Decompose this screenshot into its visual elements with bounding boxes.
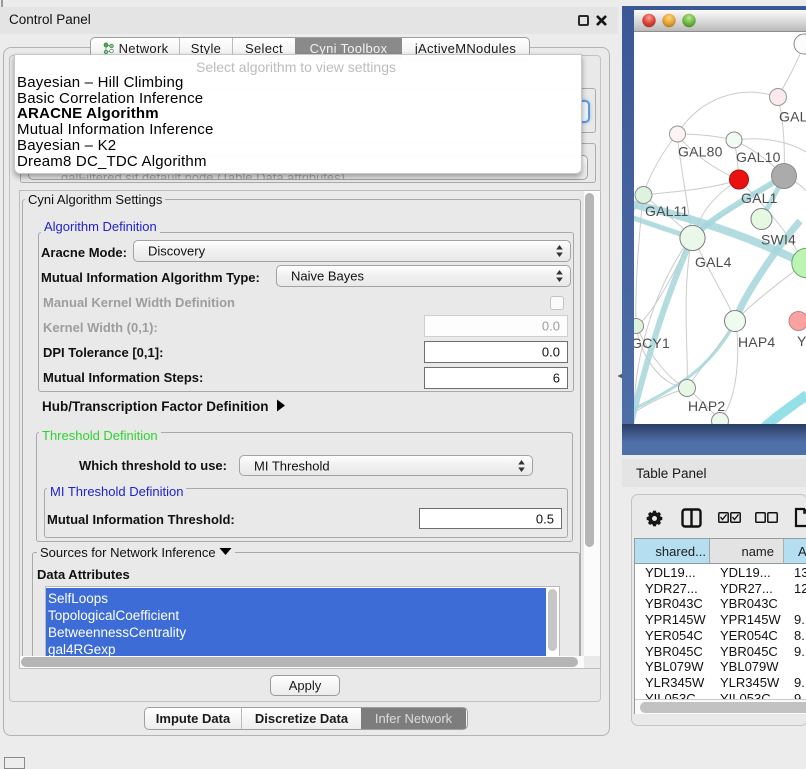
svg-text:GCY1: GCY1 xyxy=(634,335,670,351)
svg-text:GAL1: GAL1 xyxy=(741,190,778,206)
svg-text:GAL10: GAL10 xyxy=(736,149,781,165)
svg-text:SWI4: SWI4 xyxy=(761,232,796,248)
svg-text:GAL11: GAL11 xyxy=(645,203,689,219)
svg-text:HAP2: HAP2 xyxy=(688,398,725,414)
svg-text:HAP4: HAP4 xyxy=(738,334,775,350)
svg-text:GAL4: GAL4 xyxy=(695,254,732,270)
svg-text:Y: Y xyxy=(797,333,806,349)
svg-text:GAL80: GAL80 xyxy=(678,144,723,160)
svg-text:GAL7: GAL7 xyxy=(779,109,806,125)
